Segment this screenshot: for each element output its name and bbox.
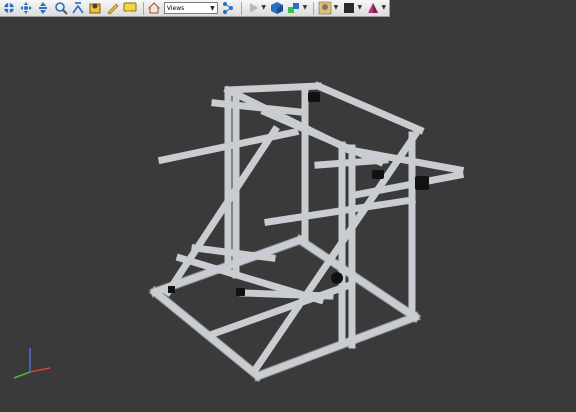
chevron-down-icon[interactable]: ▼ [358, 5, 363, 11]
chevron-down-icon[interactable]: ▼ [334, 5, 339, 11]
axis-triad [13, 348, 51, 379]
explode-button[interactable] [286, 1, 301, 16]
model-browser-icon [223, 2, 234, 14]
home-view-icon [148, 2, 161, 14]
toolbar-separator [241, 1, 243, 15]
pan-button[interactable] [18, 1, 33, 16]
zoom-button[interactable] [53, 1, 68, 16]
settings-icon [318, 1, 332, 15]
measure-tool-icon [72, 2, 84, 14]
toolbar-separator [142, 1, 144, 15]
views-dropdown-label: Views [166, 4, 185, 12]
markup-button[interactable] [105, 1, 120, 16]
pan-icon [19, 2, 32, 14]
measure-button[interactable] [70, 1, 85, 16]
settings-button[interactable] [317, 1, 332, 16]
background-color-button[interactable] [341, 1, 356, 16]
section-button[interactable] [88, 1, 103, 16]
orbit-button[interactable] [1, 1, 16, 16]
fit-view-icon [39, 2, 48, 14]
background-color-icon [343, 3, 354, 13]
viewer-toolbar: Views ▼ ▼ ▼ ▼ ▼ ▼ [0, 0, 390, 17]
3d-viewport[interactable] [0, 17, 576, 408]
highlight-icon [367, 3, 378, 13]
shaded-cube-icon [270, 2, 283, 14]
home-view-button[interactable] [147, 1, 162, 16]
shaded-view-button[interactable] [269, 1, 284, 16]
comment-button[interactable] [122, 1, 137, 16]
chevron-down-icon[interactable]: ▼ [381, 5, 386, 11]
model-browser-button[interactable] [221, 1, 236, 16]
chevron-down-icon: ▼ [210, 4, 215, 12]
markup-pencil-icon [107, 3, 119, 15]
comment-icon [123, 2, 137, 14]
play-animation-button[interactable] [245, 1, 260, 16]
views-dropdown[interactable]: Views ▼ [163, 2, 218, 14]
chevron-down-icon[interactable]: ▼ [261, 5, 266, 11]
chevron-down-icon[interactable]: ▼ [303, 5, 308, 11]
fit-view-button[interactable] [36, 1, 51, 16]
y-axis [13, 371, 31, 379]
zoom-icon [54, 2, 68, 15]
section-icon [89, 3, 101, 14]
explode-icon [288, 3, 299, 13]
frame-beams [150, 81, 465, 381]
toolbar-separator [313, 1, 315, 15]
highlight-button[interactable] [365, 1, 380, 16]
x-axis [29, 367, 51, 373]
frame-model [148, 81, 465, 383]
play-animation-icon [249, 3, 258, 13]
orbit-icon [3, 3, 14, 13]
